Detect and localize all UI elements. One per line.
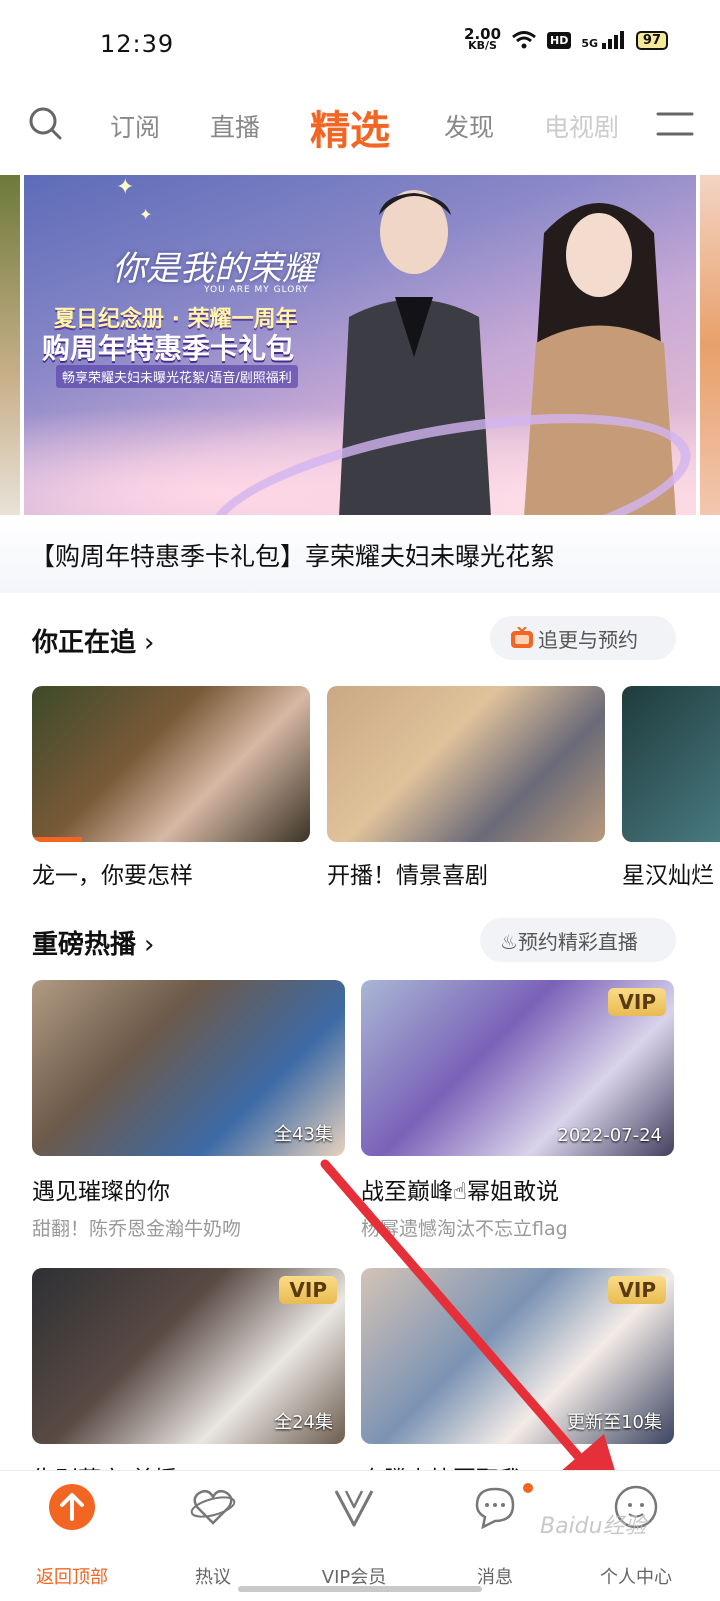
following-card[interactable] (622, 686, 720, 842)
banner-prev-peek[interactable] (0, 175, 20, 515)
episode-date: 2022-07-24 (557, 1125, 662, 1146)
hot-card-subtitle: 甜翻！陈乔恩金瀚牛奶吻 (32, 1218, 242, 1240)
message-icon (475, 1487, 515, 1530)
status-time: 12:39 (100, 30, 175, 58)
hot-card-subtitle: 杨幂遗憾淘汰不忘立flag (361, 1218, 568, 1240)
status-bar: 12:39 2.00 KB/S HD 5G 97 (0, 0, 720, 92)
banner-logo: 你是我的荣耀 (112, 249, 316, 289)
hot-card-title[interactable]: 告别薇安·首播 (32, 1460, 177, 1470)
tab-back-to-top[interactable]: 返回顶部 (0, 1471, 144, 1601)
signal-icon: 5G (581, 30, 626, 50)
tab-discover[interactable]: 发现 (444, 108, 494, 144)
status-icons: 2.00 KB/S HD 5G 97 (464, 25, 668, 52)
arrow-up-icon (49, 1484, 95, 1530)
following-card-title[interactable]: 开播！情景喜剧 (327, 856, 488, 890)
search-icon[interactable] (28, 106, 62, 140)
hot-card[interactable]: VIP 2022-07-24 (361, 980, 674, 1156)
following-card-title[interactable]: 星汉灿烂 (622, 856, 720, 890)
episode-count: 全24集 (274, 1412, 333, 1433)
sparkle-icon: ✦ (139, 205, 153, 224)
chevron-right-icon: › (144, 628, 155, 658)
banner-slide[interactable]: ✦ ✦ 你是我的荣耀 YOU ARE MY GLORY 夏日纪念册 · 荣耀一周… (24, 175, 696, 515)
vip-badge: VIP (608, 1276, 666, 1304)
banner-next-peek[interactable] (700, 175, 720, 515)
banner-logo-sub: YOU ARE MY GLORY (204, 285, 309, 295)
episode-count: 更新至10集 (567, 1412, 662, 1433)
menu-icon[interactable] (656, 110, 694, 138)
hot-card[interactable]: VIP 全24集 (32, 1268, 345, 1444)
following-card-title[interactable]: 龙一，你要怎样 (32, 856, 193, 890)
top-nav: 订阅 直播 精选 发现 电视剧 (0, 96, 720, 160)
section-title-hot[interactable]: 重磅热播 › (32, 924, 154, 961)
hot-card[interactable]: 全43集 (32, 980, 345, 1156)
chevron-right-icon: › (144, 930, 155, 960)
vip-badge: VIP (608, 988, 666, 1016)
banner-headline-2: 购周年特惠季卡礼包 (42, 332, 295, 365)
section-title-following[interactable]: 你正在追 › (32, 622, 154, 659)
following-card[interactable] (32, 686, 310, 842)
banner-caption-text: 【购周年特惠季卡礼包】享荣耀夫妇未曝光花絮 (30, 542, 556, 571)
hot-card-title[interactable]: 奔腾少快要娶我 (361, 1460, 522, 1470)
reserve-live-button[interactable]: ♨预约精彩直播 (480, 918, 676, 962)
sparkle-icon: ✦ (116, 175, 135, 200)
battery-indicator: 97 (635, 30, 668, 50)
watermark-logo: Baidu经验 (540, 1514, 647, 1539)
following-card[interactable] (327, 686, 605, 842)
tv-icon (511, 627, 533, 648)
hot-card-title[interactable]: 遇见璀璨的你 (32, 1172, 170, 1206)
unread-dot (523, 1483, 533, 1493)
banner-tagline: 畅享荣耀夫妇未曝光花絮/语音/剧照福利 (56, 365, 298, 388)
watch-progress-bar (32, 837, 83, 842)
hd-badge: HD (547, 31, 572, 49)
wifi-icon (512, 31, 536, 49)
tab-featured[interactable]: 精选 (310, 98, 390, 156)
follow-and-reserve-button[interactable]: 追更与预约 (490, 616, 676, 660)
vip-v-icon (334, 1490, 374, 1527)
banner-caption[interactable]: 【购周年特惠季卡礼包】享荣耀夫妇未曝光花絮 (0, 515, 720, 593)
tab-subscribe[interactable]: 订阅 (110, 108, 160, 144)
hot-card[interactable]: VIP 更新至10集 (361, 1268, 674, 1444)
tab-vip-member[interactable]: VIP会员 (282, 1471, 426, 1601)
hot-card-title[interactable]: 战至巅峰☝幂姐敢说 (361, 1172, 559, 1206)
episode-count: 全43集 (274, 1124, 333, 1145)
banner-carousel[interactable]: ✦ ✦ 你是我的荣耀 YOU ARE MY GLORY 夏日纪念册 · 荣耀一周… (0, 175, 720, 515)
vip-badge: VIP (279, 1276, 337, 1304)
home-indicator[interactable] (238, 1586, 482, 1592)
heart-ring-icon (190, 1489, 236, 1525)
net-speed: 2.00 KB/S (464, 25, 502, 52)
tab-tv-series[interactable]: 电视剧 (544, 108, 619, 144)
tab-hot-discussion[interactable]: 热议 (141, 1471, 285, 1601)
tab-live[interactable]: 直播 (210, 108, 260, 144)
